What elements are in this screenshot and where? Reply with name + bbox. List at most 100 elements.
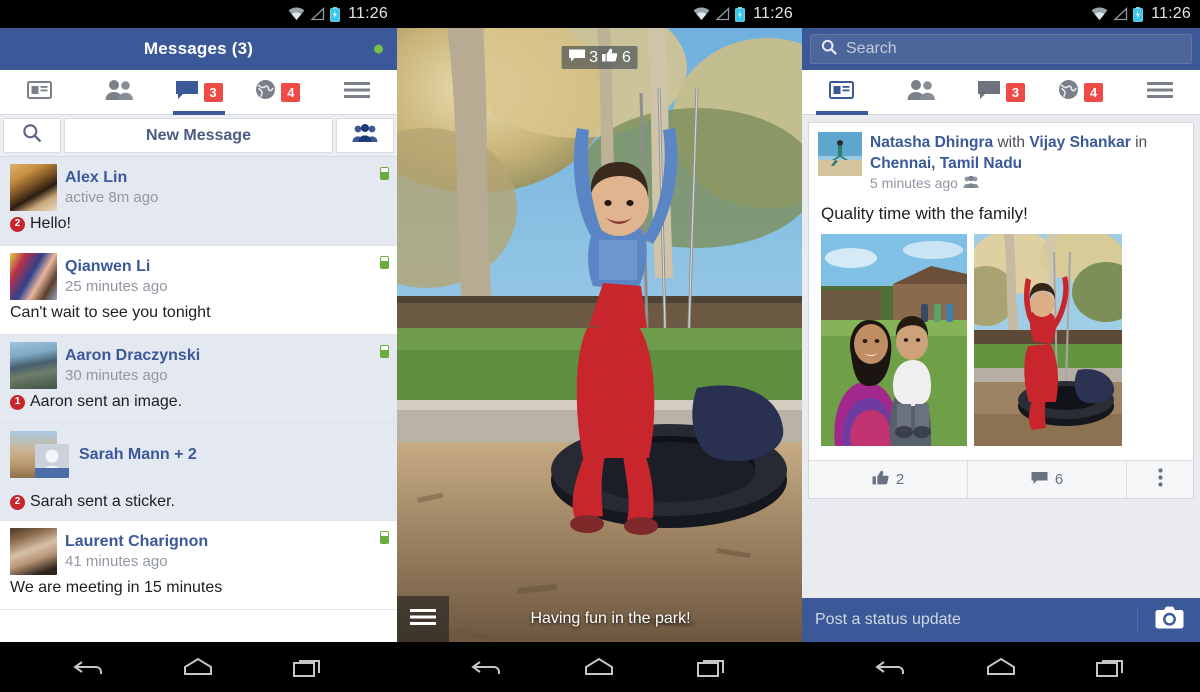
photo-caption-bar: Having fun in the park!: [397, 596, 802, 642]
comment-group: 3: [568, 49, 598, 67]
back-icon[interactable]: [72, 656, 106, 678]
tab-badge-notifications: 4: [281, 82, 301, 102]
thread-snippet-row: We are meeting in 15 minutes: [10, 578, 387, 598]
back-icon[interactable]: [470, 656, 504, 678]
new-message-label: New Message: [146, 126, 251, 144]
status-bar-clock: 11:26: [348, 5, 388, 22]
recents-icon[interactable]: [1094, 656, 1128, 678]
tab-more[interactable]: [1120, 70, 1200, 114]
status-composer[interactable]: Post a status update: [802, 598, 1200, 642]
recents-icon[interactable]: [695, 656, 729, 678]
phone-news-feed: 11:26 Search 3 4 Natasha Dhingra with Vi…: [802, 0, 1200, 692]
page-title: Messages (3): [143, 39, 254, 58]
composer-placeholder: Post a status update: [815, 611, 961, 628]
new-message-button[interactable]: New Message: [64, 118, 333, 153]
comment-button[interactable]: 6: [968, 461, 1127, 498]
message-thread-row[interactable]: Laurent Charignon 41 minutes ago We are …: [0, 521, 397, 610]
photo-like-count: 6: [622, 48, 631, 66]
photo-mother-and-child[interactable]: [821, 234, 967, 446]
tab-news-feed[interactable]: [0, 70, 79, 114]
like-button[interactable]: 2: [809, 461, 968, 498]
avatar[interactable]: [818, 132, 862, 176]
tab-active-underline: [172, 111, 225, 115]
thread-timestamp: 41 minutes ago: [65, 552, 168, 570]
phone-messages: 11:26 Messages (3) 3 4 New Message Alex …: [0, 0, 397, 692]
post-photo-grid: [809, 234, 1193, 460]
tab-messages[interactable]: 3: [961, 70, 1041, 114]
post-in-word: in: [1135, 134, 1148, 151]
tab-notifications[interactable]: 4: [1041, 70, 1121, 114]
tab-friends[interactable]: [882, 70, 962, 114]
feed-header: Search: [802, 28, 1200, 70]
message-thread-row[interactable]: Qianwen Li 25 minutes ago Can't wait to …: [0, 246, 397, 335]
friends-icon: [105, 79, 134, 105]
search-icon: [821, 39, 837, 60]
thread-snippet-row: 2 Sarah sent a sticker.: [10, 492, 387, 512]
message-bubble-icon: [977, 80, 1001, 105]
thread-name: Aaron Draczynski: [65, 346, 201, 364]
wifi-icon: [693, 7, 710, 21]
message-bubble-icon: [175, 80, 199, 105]
tab-badge-messages: 3: [203, 82, 223, 102]
thread-snippet: Can't wait to see you tonight: [10, 304, 211, 321]
like-count: 2: [895, 471, 905, 488]
back-icon[interactable]: [874, 656, 908, 678]
signal-icon: [310, 7, 325, 21]
online-status-dot: [374, 44, 383, 54]
camera-button[interactable]: [1138, 606, 1200, 634]
home-icon[interactable]: [181, 656, 215, 678]
more-options-button[interactable]: [1127, 461, 1193, 498]
message-thread-list[interactable]: Alex Lin active 8m ago 2 Hello! Qianwen …: [0, 157, 397, 642]
post-tagged-friend[interactable]: Vijay Shankar: [1029, 134, 1130, 151]
message-thread-row[interactable]: Sarah Mann + 2 2 Sarah sent a sticker.: [0, 424, 397, 521]
thread-name: Sarah Mann + 2: [79, 445, 197, 463]
photo-child-on-tire-swing: [397, 28, 802, 642]
feed-content[interactable]: Natasha Dhingra with Vijay Shankar in Ch…: [802, 115, 1200, 598]
group-people-icon: [352, 124, 378, 147]
photo-child-on-tire-swing-thumb[interactable]: [974, 234, 1122, 446]
tab-more[interactable]: [318, 70, 397, 114]
feed-post: Natasha Dhingra with Vijay Shankar in Ch…: [808, 122, 1194, 499]
messages-header: Messages (3): [0, 28, 397, 70]
thread-timestamp: 30 minutes ago: [65, 366, 168, 384]
post-location[interactable]: Chennai, Tamil Nadu: [870, 155, 1022, 172]
friends-audience-icon[interactable]: [963, 175, 979, 191]
thread-name: Laurent Charignon: [65, 532, 209, 550]
unread-count-badge: 2: [10, 216, 25, 232]
photo-viewer-screen[interactable]: 3 6 Having fun in the park!: [397, 28, 802, 642]
hamburger-icon: [1147, 81, 1174, 104]
group-message-button[interactable]: [336, 118, 394, 153]
thread-timestamp: 25 minutes ago: [65, 277, 168, 295]
search-input[interactable]: Search: [810, 34, 1192, 64]
avatar: [10, 342, 57, 389]
thread-snippet: Hello!: [30, 215, 71, 232]
tab-bar-feed: 3 4: [802, 70, 1200, 115]
three-phone-screenshots: 11:26 Messages (3) 3 4 New Message Alex …: [0, 0, 1200, 692]
hamburger-icon: [410, 608, 436, 631]
photo-menu-button[interactable]: [397, 596, 449, 642]
android-nav-bar: [397, 642, 802, 692]
thread-timestamp: active 8m ago: [65, 188, 159, 206]
search-button[interactable]: [3, 118, 61, 153]
post-message: Quality time with the family!: [821, 204, 1028, 223]
tab-news-feed[interactable]: [802, 70, 882, 115]
mobile-active-icon: [380, 256, 389, 269]
message-thread-row[interactable]: Alex Lin active 8m ago 2 Hello!: [0, 157, 397, 246]
post-header: Natasha Dhingra with Vijay Shankar in Ch…: [809, 123, 1193, 191]
photo-engagement-badge: 3 6: [561, 46, 638, 69]
thread-snippet-row: 2 Hello!: [10, 214, 387, 234]
home-icon[interactable]: [582, 656, 616, 678]
comment-count: 6: [1054, 471, 1064, 488]
tab-friends[interactable]: [79, 70, 158, 114]
message-thread-row[interactable]: Aaron Draczynski 30 minutes ago 1 Aaron …: [0, 335, 397, 424]
post-author[interactable]: Natasha Dhingra: [870, 134, 993, 151]
recents-icon[interactable]: [291, 656, 325, 678]
photo-comment-count: 3: [589, 48, 598, 66]
battery-icon: [1133, 6, 1144, 22]
newsfeed-icon: [27, 80, 53, 105]
home-icon[interactable]: [984, 656, 1018, 678]
newsfeed-icon: [829, 80, 855, 105]
tab-messages[interactable]: 3: [159, 70, 238, 115]
tab-notifications[interactable]: 4: [238, 70, 317, 114]
messages-screen: Messages (3) 3 4 New Message Alex Lin ac…: [0, 28, 397, 642]
